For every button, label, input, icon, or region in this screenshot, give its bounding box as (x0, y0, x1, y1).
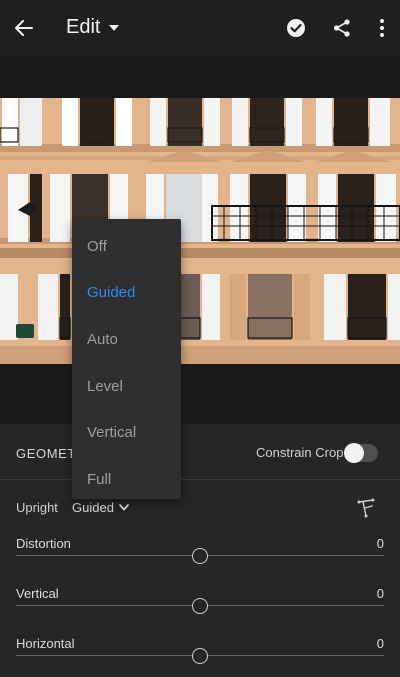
guided-upright-tool-button[interactable] (354, 496, 378, 520)
page-title: Edit (66, 16, 101, 38)
slider-value: 0 (376, 536, 384, 551)
distortion-slider-row: Distortion 0 (0, 536, 400, 576)
menu-item-vertical[interactable]: Vertical (72, 409, 181, 456)
constrain-crop-label: Constrain Crop (256, 445, 344, 460)
more-vert-icon (380, 19, 384, 37)
constrain-crop-toggle[interactable] (344, 443, 378, 463)
menu-item-level[interactable]: Level (72, 363, 181, 410)
toggle-knob (344, 443, 364, 463)
geometry-panel-header: GEOMETRY Constrain Crop (0, 424, 400, 480)
app-bar: Edit (0, 0, 400, 56)
check-circle-icon (287, 19, 305, 37)
slider-thumb[interactable] (192, 648, 208, 664)
slider-thumb[interactable] (192, 598, 208, 614)
geometry-panel: GEOMETRY Constrain Crop Upright Guided D… (0, 424, 400, 677)
edit-mode-selector[interactable]: Edit (66, 16, 120, 39)
upright-label: Upright (16, 500, 58, 515)
arrow-left-icon (15, 20, 33, 36)
menu-item-auto[interactable]: Auto (72, 316, 181, 363)
guided-upright-tool-icon (357, 498, 375, 518)
menu-item-guided[interactable]: Guided (72, 270, 181, 317)
slider-value: 0 (376, 636, 384, 651)
upright-row: Upright Guided (0, 494, 400, 522)
vertical-slider-row: Vertical 0 (0, 586, 400, 626)
slider-label: Distortion (16, 536, 71, 551)
slider-label: Horizontal (16, 636, 75, 651)
photo-building-facade (0, 98, 400, 364)
photo-canvas[interactable] (0, 56, 400, 424)
upright-options-menu: Off Guided Auto Level Vertical Full (72, 219, 181, 499)
horizontal-slider-row: Horizontal 0 (0, 636, 400, 676)
share-icon (333, 19, 350, 37)
slider-value: 0 (376, 586, 384, 601)
chevron-down-icon (119, 504, 129, 511)
slider-thumb[interactable] (192, 548, 208, 564)
photo-preview[interactable] (0, 98, 400, 364)
done-button[interactable] (282, 14, 310, 42)
more-options-button[interactable] (368, 14, 396, 42)
back-button[interactable] (10, 14, 38, 42)
slider-label: Vertical (16, 586, 59, 601)
menu-item-off[interactable]: Off (72, 223, 181, 270)
share-button[interactable] (328, 14, 356, 42)
caret-down-icon (109, 24, 120, 31)
menu-item-full[interactable]: Full (72, 456, 181, 503)
